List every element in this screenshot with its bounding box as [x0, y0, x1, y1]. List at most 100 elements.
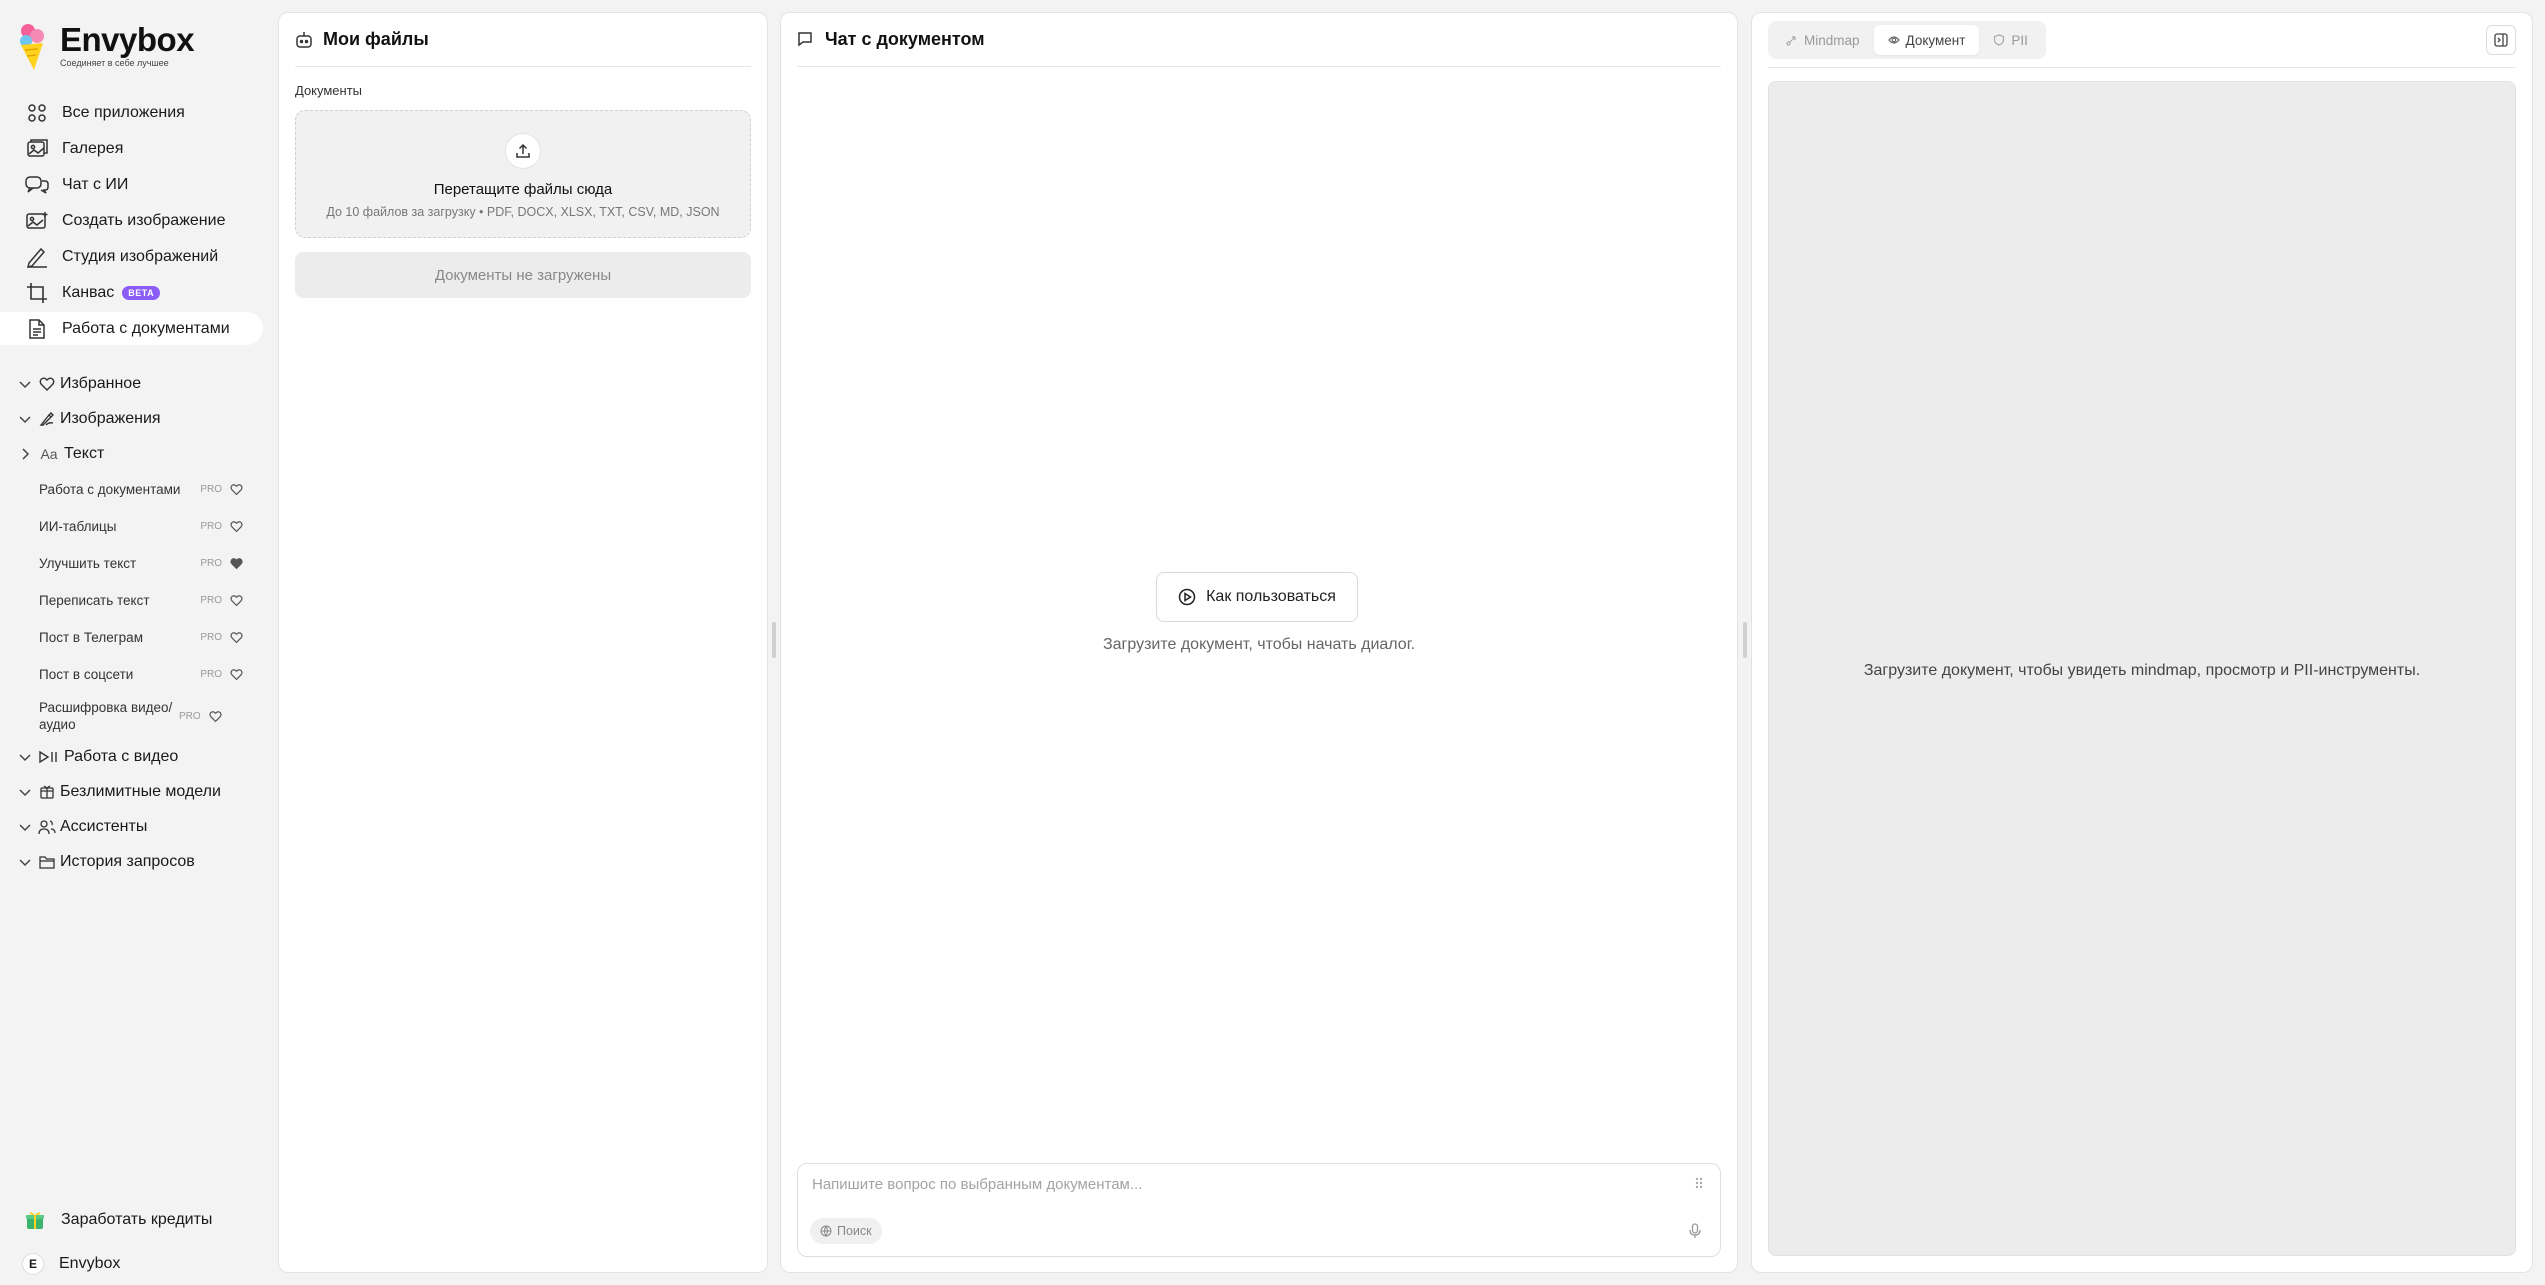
- user-profile[interactable]: E Envybox: [0, 1244, 263, 1284]
- heart-icon[interactable]: [230, 594, 243, 607]
- dropzone-title: Перетащите файлы сюда: [433, 181, 613, 198]
- play-pause-icon: [38, 748, 60, 766]
- group-label: Безлимитные модели: [60, 782, 221, 800]
- panel-resize-handle[interactable]: [772, 622, 776, 658]
- group-favorites[interactable]: Избранное: [0, 366, 263, 401]
- brand-name: Envybox: [60, 21, 195, 58]
- search-chip-label: Поиск: [837, 1224, 872, 1238]
- no-documents-message: Документы не загружены: [295, 252, 751, 298]
- shield-icon: [1993, 34, 2005, 46]
- panel-resize-handle[interactable]: [1743, 622, 1747, 658]
- group-history[interactable]: История запросов: [0, 844, 263, 879]
- list-item[interactable]: Переписать текст PRO: [0, 582, 263, 619]
- eye-icon: [1887, 34, 1900, 46]
- brush-icon: [38, 410, 56, 428]
- chat-empty-hint: Загрузите документ, чтобы начать диалог.: [1102, 636, 1416, 653]
- list-item[interactable]: ИИ-таблицы PRO: [0, 508, 263, 545]
- sidebar-bottom: Заработать кредиты E Envybox: [0, 1200, 263, 1284]
- gallery-icon: [25, 137, 49, 161]
- image-create-icon: [25, 209, 49, 233]
- heart-icon[interactable]: [209, 710, 222, 723]
- ice-cream-logo-icon: [18, 22, 48, 72]
- chevron-down-icon: [18, 377, 32, 391]
- pen-icon: [25, 245, 49, 269]
- group-label: Текст: [64, 444, 105, 462]
- chevron-down-icon: [18, 785, 32, 799]
- sidebar: Envybox Соединяет в себе лучшее Все прил…: [0, 0, 263, 1285]
- earn-credits-button[interactable]: Заработать кредиты: [0, 1200, 263, 1240]
- documents-section-label: Документы: [295, 83, 363, 98]
- chat-panel: Чат с документом Как пользоваться Загруз…: [780, 12, 1738, 1273]
- tab-label: PII: [2011, 32, 2028, 48]
- chat-input[interactable]: [812, 1176, 1680, 1193]
- group-text[interactable]: Aa Текст: [0, 436, 263, 471]
- header-divider: [1768, 67, 2516, 68]
- nav-item-documents[interactable]: Работа с документами: [0, 312, 263, 345]
- nav-item-label: Студия изображений: [62, 247, 219, 265]
- group-unlimited-models[interactable]: Безлимитные модели: [0, 774, 263, 809]
- files-panel-title: Мои файлы: [323, 29, 429, 49]
- group-label: Ассистенты: [60, 817, 148, 835]
- message-icon: [797, 31, 815, 49]
- nav-item-label: Галерея: [62, 139, 124, 157]
- heart-icon[interactable]: [230, 668, 243, 681]
- group-label: Избранное: [60, 374, 142, 392]
- web-search-toggle[interactable]: Поиск: [810, 1218, 882, 1244]
- heart-icon: [38, 375, 56, 393]
- preview-empty-hint: Загрузите документ, чтобы увидеть mindma…: [1863, 661, 2421, 679]
- group-video[interactable]: Работа с видео: [0, 739, 263, 774]
- chat-icon: [25, 173, 49, 197]
- list-item[interactable]: Пост в соцсети PRO: [0, 656, 263, 693]
- files-panel-header: Мои файлы: [295, 13, 751, 67]
- nav-item-label: Чат с ИИ: [62, 175, 129, 193]
- group-images[interactable]: Изображения: [0, 401, 263, 436]
- nav-item-ai-chat[interactable]: Чат с ИИ: [0, 168, 263, 201]
- file-dropzone[interactable]: Перетащите файлы сюда До 10 файлов за за…: [295, 110, 751, 238]
- nav-item-canvas[interactable]: Канвас BETA: [0, 276, 263, 309]
- tab-pii[interactable]: PII: [1979, 25, 2042, 55]
- gift-icon: [24, 1209, 46, 1231]
- tab-document[interactable]: Документ: [1873, 25, 1980, 55]
- heart-icon[interactable]: [230, 483, 243, 496]
- tab-mindmap[interactable]: Mindmap: [1772, 25, 1874, 55]
- sidebar-groups: Избранное Изображения Aa Текст Работа с …: [0, 366, 263, 879]
- robot-icon: [295, 31, 313, 49]
- upload-icon: [505, 133, 541, 169]
- list-item[interactable]: Расшифровка видео/ аудио PRO: [0, 693, 263, 739]
- nav-item-create-image[interactable]: Создать изображение: [0, 204, 263, 237]
- heart-icon[interactable]: [230, 520, 243, 533]
- nav-item-label: Создать изображение: [62, 211, 226, 229]
- pro-badge: PRO: [200, 521, 222, 532]
- chevron-down-icon: [18, 855, 32, 869]
- pro-badge: PRO: [200, 595, 222, 606]
- tab-label: Документ: [1905, 32, 1966, 48]
- collapse-panel-button[interactable]: [2486, 25, 2516, 55]
- view-tabs: Mindmap Документ PII: [1768, 21, 2046, 59]
- list-item[interactable]: Улучшить текст PRO: [0, 545, 263, 582]
- panel-collapse-icon: [2494, 33, 2508, 47]
- brand-logo[interactable]: Envybox Соединяет в себе лучшее: [18, 21, 195, 72]
- microphone-icon[interactable]: [1682, 1218, 1708, 1244]
- nav-item-all-apps[interactable]: Все приложения: [0, 96, 263, 129]
- drag-grip-icon[interactable]: [1692, 1176, 1706, 1190]
- group-assistants[interactable]: Ассистенты: [0, 809, 263, 844]
- heart-icon[interactable]: [230, 631, 243, 644]
- brand-tagline: Соединяет в себе лучшее: [60, 58, 169, 68]
- heart-filled-icon[interactable]: [230, 557, 243, 570]
- pro-badge: PRO: [200, 484, 222, 495]
- chevron-right-icon: [18, 447, 32, 461]
- pro-badge: PRO: [200, 632, 222, 643]
- chat-composer: Поиск: [797, 1163, 1721, 1257]
- nav-item-label: Канвас: [62, 283, 115, 301]
- list-item[interactable]: Пост в Телеграм PRO: [0, 619, 263, 656]
- globe-icon: [820, 1225, 832, 1237]
- list-item[interactable]: Работа с документами PRO: [0, 471, 263, 508]
- files-panel: Мои файлы Документы Перетащите файлы сюд…: [278, 12, 768, 1273]
- gift-box-icon: [38, 783, 56, 801]
- how-to-use-button[interactable]: Как пользоваться: [1156, 572, 1358, 622]
- pro-badge: PRO: [200, 669, 222, 680]
- chevron-down-icon: [18, 820, 32, 834]
- nav-item-image-studio[interactable]: Студия изображений: [0, 240, 263, 273]
- nav-item-gallery[interactable]: Галерея: [0, 132, 263, 165]
- preview-panel: Mindmap Документ PII Загрузите документ,…: [1751, 12, 2533, 1273]
